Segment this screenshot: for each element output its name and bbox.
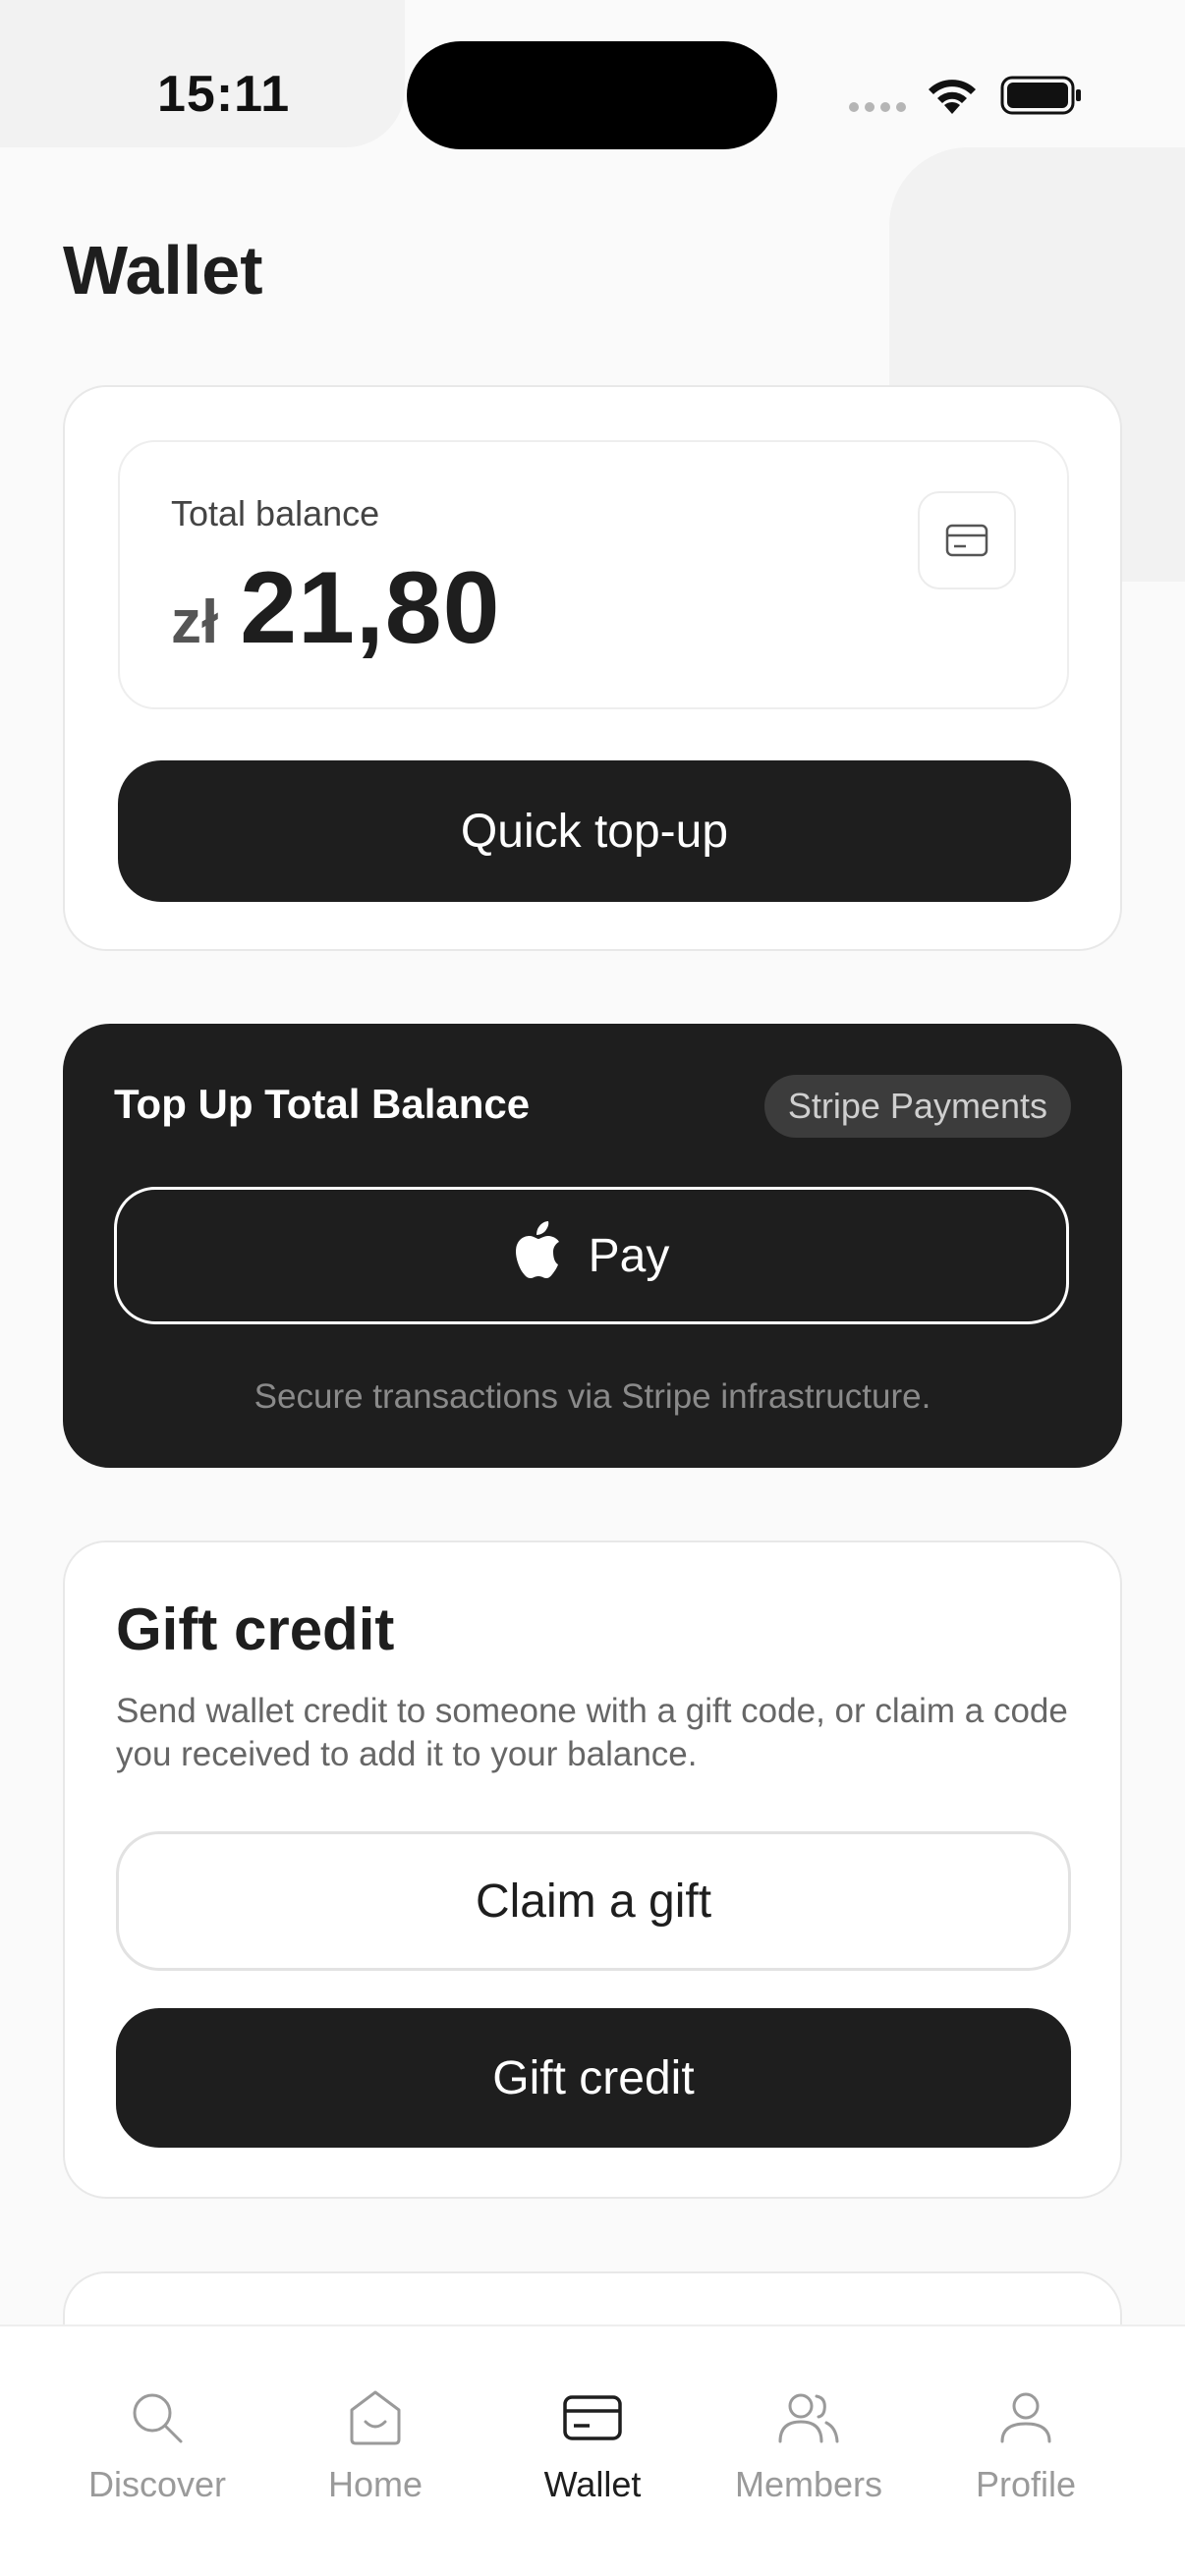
apple-pay-label: Pay — [588, 1229, 670, 1282]
wallet-icon — [562, 2385, 623, 2450]
gift-credit-button[interactable]: Gift credit — [116, 2008, 1071, 2148]
page-title: Wallet — [63, 232, 263, 308]
apple-pay-button[interactable]: Pay — [114, 1187, 1069, 1324]
claim-gift-button[interactable]: Claim a gift — [116, 1831, 1071, 1971]
tab-bar: Discover Home Wallet Members Profile — [0, 2324, 1185, 2576]
profile-icon — [998, 2385, 1053, 2450]
tab-label: Profile — [975, 2464, 1077, 2504]
balance-amount: 21,80 — [240, 551, 501, 665]
topup-card: Top Up Total Balance Stripe Payments Pay… — [63, 1024, 1122, 1468]
balance-card: Total balance zł 21,80 Quick top-up — [63, 385, 1122, 951]
currency-symbol: zł — [171, 588, 219, 656]
stripe-badge: Stripe Payments — [763, 1075, 1071, 1138]
balance-amount-row: zł 21,80 — [171, 550, 501, 667]
dynamic-island — [407, 41, 777, 149]
apple-icon — [514, 1219, 567, 1292]
search-icon — [128, 2385, 187, 2450]
balance-summary: Total balance zł 21,80 — [118, 440, 1069, 709]
members-icon — [777, 2385, 840, 2450]
gift-title: Gift credit — [116, 1596, 395, 1662]
tab-wallet[interactable]: Wallet — [484, 2326, 701, 2523]
balance-label: Total balance — [171, 493, 380, 533]
gift-credit-card: Gift credit Send wallet credit to someon… — [63, 1540, 1122, 2199]
topup-title: Top Up Total Balance — [114, 1081, 531, 1127]
credit-card-icon[interactable] — [918, 491, 1016, 589]
tab-home[interactable]: Home — [267, 2326, 483, 2523]
home-icon — [348, 2385, 403, 2450]
quick-topup-button[interactable]: Quick top-up — [118, 760, 1071, 902]
tab-members[interactable]: Members — [701, 2326, 917, 2523]
signal-icon — [849, 102, 906, 112]
tab-label: Home — [327, 2464, 423, 2504]
tab-label: Members — [734, 2464, 883, 2504]
tab-label: Wallet — [543, 2464, 642, 2504]
tab-discover[interactable]: Discover — [49, 2326, 265, 2523]
gift-description: Send wallet credit to someone with a gif… — [116, 1692, 1068, 1773]
wifi-icon — [924, 75, 981, 121]
tab-profile[interactable]: Profile — [918, 2326, 1134, 2523]
tab-label: Discover — [87, 2464, 227, 2504]
secure-note: Secure transactions via Stripe infrastru… — [254, 1377, 931, 1416]
status-time: 15:11 — [157, 66, 291, 123]
battery-icon — [1000, 75, 1083, 121]
